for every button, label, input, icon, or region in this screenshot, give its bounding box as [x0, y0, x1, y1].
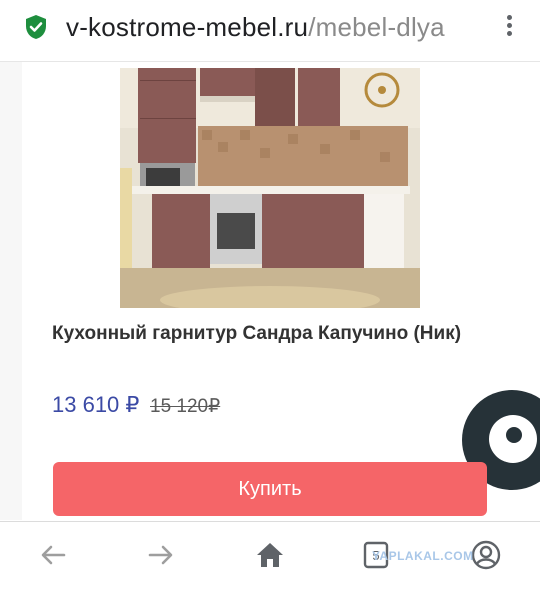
old-price: 15 120₽: [150, 396, 221, 417]
url-domain: v-kostrome-mebel.ru: [66, 12, 309, 42]
address-bar[interactable]: v-kostrome-mebel.ru/mebel-dlya: [0, 0, 540, 62]
product-image[interactable]: [120, 68, 420, 308]
buy-button[interactable]: Купить: [53, 462, 487, 516]
url-text[interactable]: v-kostrome-mebel.ru/mebel-dlya: [66, 12, 476, 43]
back-icon[interactable]: [36, 538, 70, 572]
product-price: 13 610 ₽: [52, 392, 140, 417]
watermark: YAPLAKAL.COM: [372, 549, 474, 563]
product-title[interactable]: Кухонный гарнитур Сандра Капучино (Ник): [52, 320, 472, 348]
forward-icon[interactable]: [144, 538, 178, 572]
account-icon[interactable]: [469, 538, 503, 572]
home-icon[interactable]: [253, 538, 287, 572]
menu-icon[interactable]: [494, 12, 524, 42]
left-edge: [0, 62, 22, 520]
chat-icon: [489, 415, 537, 463]
url-path: /mebel-dlya: [308, 12, 445, 42]
lock-icon: [26, 15, 46, 39]
